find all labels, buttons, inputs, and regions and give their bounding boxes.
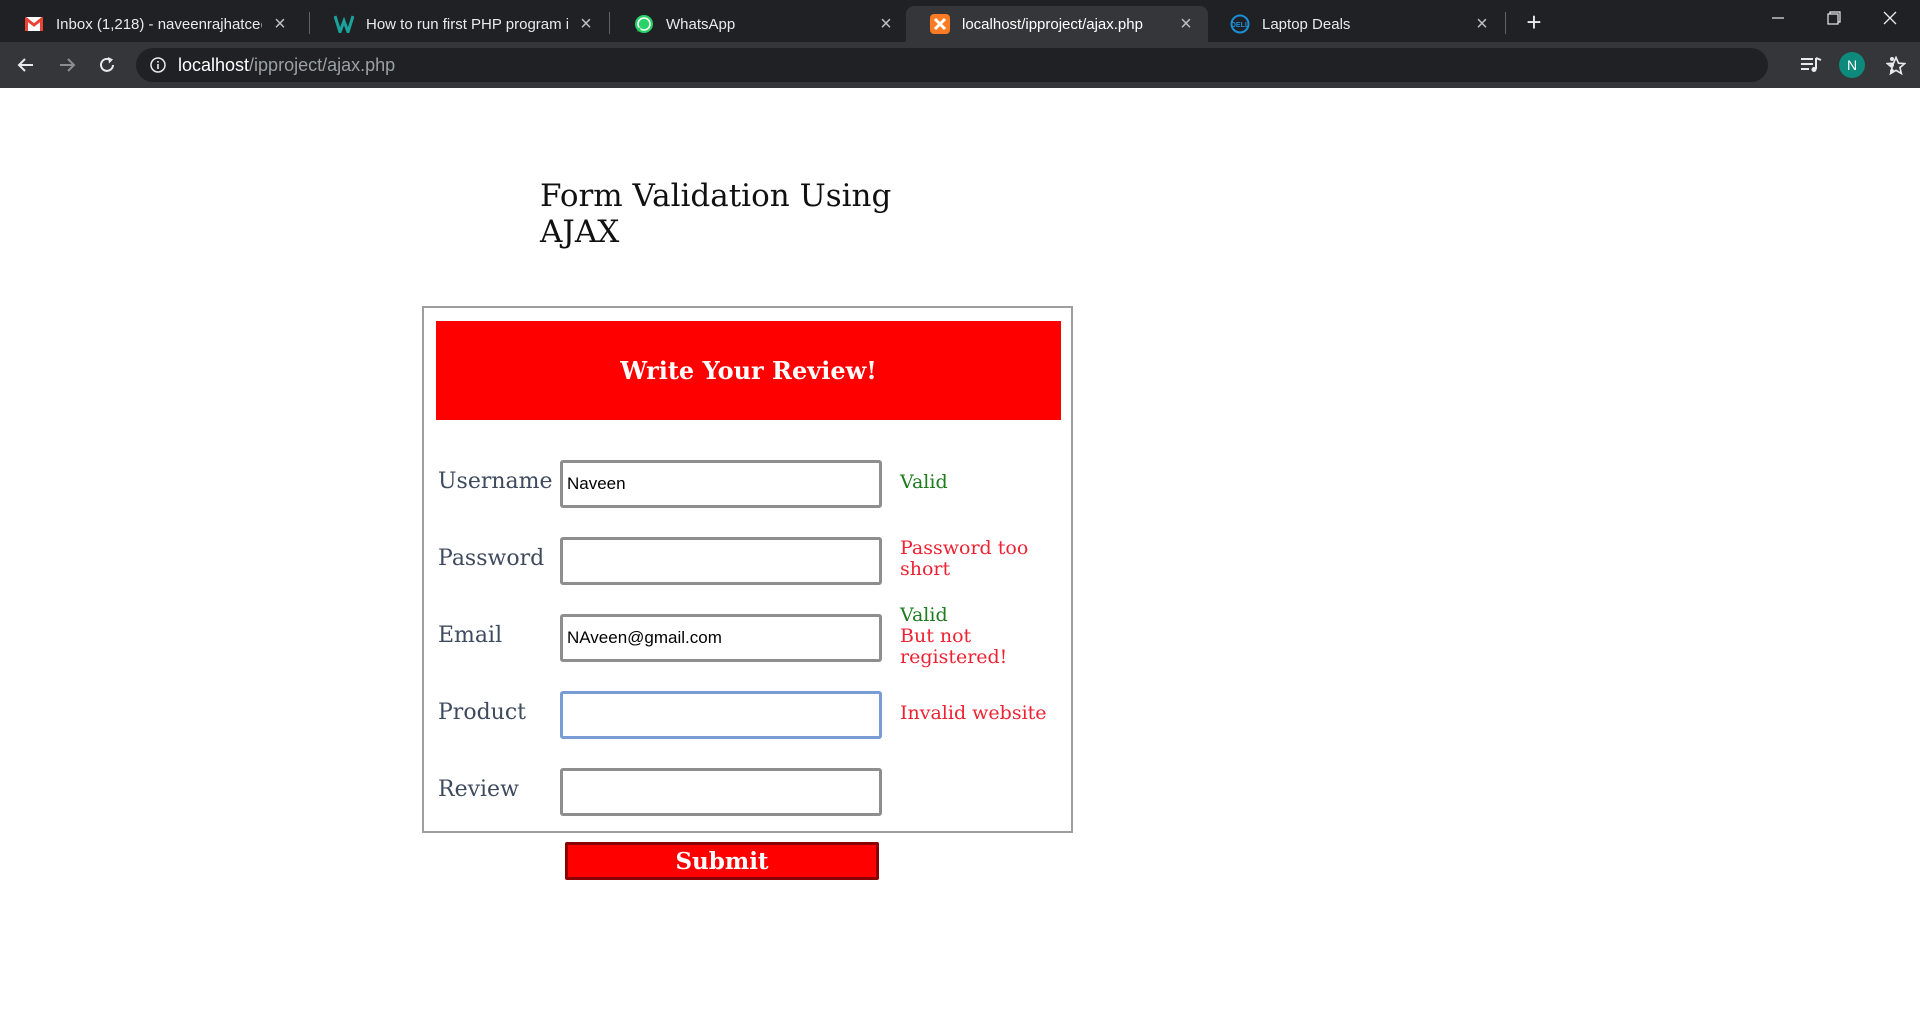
site-info-icon[interactable] bbox=[150, 57, 166, 73]
password-error-line-2: short bbox=[900, 558, 951, 580]
email-error-line-2: registered! bbox=[900, 646, 1008, 668]
minimize-window-icon[interactable] bbox=[1750, 0, 1806, 36]
back-arrow-icon[interactable] bbox=[10, 49, 42, 81]
tab-title: Inbox (1,218) - naveenrajhatce@g bbox=[56, 15, 262, 33]
tab-title: Laptop Deals bbox=[1262, 15, 1351, 33]
password-validation-message: Password too short bbox=[900, 538, 1060, 580]
tab-laptop-deals[interactable]: DELL Laptop Deals × bbox=[1206, 6, 1504, 42]
url-path: /ipproject/ajax.php bbox=[249, 55, 396, 75]
new-tab-button[interactable]: + bbox=[1520, 8, 1548, 36]
close-tab-icon[interactable]: × bbox=[1176, 13, 1196, 36]
email-input[interactable] bbox=[560, 614, 882, 662]
forward-arrow-icon[interactable] bbox=[51, 49, 83, 81]
browser-tab-strip: Inbox (1,218) - naveenrajhatce@g × How t… bbox=[0, 0, 1920, 42]
w-logo-icon bbox=[334, 14, 354, 34]
form-header: Write Your Review! bbox=[436, 321, 1061, 420]
product-input[interactable] bbox=[560, 691, 882, 739]
product-error-text: Invalid website bbox=[900, 702, 1047, 724]
address-url: localhost/ipproject/ajax.php bbox=[178, 48, 395, 82]
close-tab-icon[interactable]: × bbox=[876, 13, 896, 36]
close-tab-icon[interactable]: × bbox=[270, 13, 290, 36]
close-window-icon[interactable] bbox=[1862, 0, 1918, 36]
tab-whatsapp[interactable]: WhatsApp × bbox=[610, 6, 908, 42]
product-validation-message: Invalid website bbox=[900, 703, 1060, 724]
email-validation-message: Valid But not registered! bbox=[900, 605, 1060, 668]
password-error-line-1: Password too bbox=[900, 537, 1029, 559]
password-input[interactable] bbox=[560, 537, 882, 585]
review-form: Write Your Review! Username Valid Passwo… bbox=[422, 306, 1073, 833]
email-error-line-1: But not bbox=[900, 625, 972, 647]
username-validation-message: Valid bbox=[900, 472, 1060, 493]
review-input[interactable] bbox=[560, 768, 882, 816]
tab-gmail[interactable]: Inbox (1,218) - naveenrajhatce@g × bbox=[0, 6, 302, 42]
email-valid-text: Valid bbox=[900, 604, 948, 626]
media-control-icon[interactable] bbox=[1795, 49, 1827, 81]
profile-avatar[interactable]: N bbox=[1839, 52, 1865, 78]
username-input[interactable] bbox=[560, 460, 882, 508]
product-label: Product bbox=[438, 700, 526, 725]
tab-php-tutorial[interactable]: How to run first PHP program in × bbox=[310, 6, 608, 42]
tab-title: localhost/ipproject/ajax.php bbox=[962, 15, 1143, 33]
whatsapp-icon bbox=[634, 14, 654, 34]
close-tab-icon[interactable]: × bbox=[1472, 13, 1492, 36]
tab-title: How to run first PHP program in bbox=[366, 15, 568, 33]
svg-text:DELL: DELL bbox=[1231, 22, 1250, 29]
email-label: Email bbox=[438, 623, 503, 648]
tab-title: WhatsApp bbox=[666, 15, 736, 33]
browser-toolbar: localhost/ipproject/ajax.php N bbox=[0, 42, 1920, 88]
reload-icon[interactable] bbox=[91, 49, 123, 81]
page-title: Form Validation Using AJAX bbox=[540, 178, 892, 250]
close-tab-icon[interactable]: × bbox=[576, 13, 596, 36]
address-bar[interactable]: localhost/ipproject/ajax.php bbox=[136, 48, 1907, 82]
gmail-icon bbox=[24, 14, 44, 34]
tab-ajax-php[interactable]: localhost/ipproject/ajax.php × bbox=[906, 6, 1208, 42]
username-valid-text: Valid bbox=[900, 471, 948, 493]
xampp-icon bbox=[930, 14, 950, 34]
review-label: Review bbox=[438, 777, 519, 802]
url-host: localhost bbox=[178, 55, 250, 75]
submit-button[interactable]: Submit bbox=[565, 842, 879, 880]
username-label: Username bbox=[438, 469, 553, 494]
password-label: Password bbox=[438, 546, 545, 571]
dell-icon: DELL bbox=[1230, 14, 1250, 34]
tab-divider bbox=[1505, 12, 1506, 34]
more-menu-icon[interactable] bbox=[1876, 49, 1908, 81]
restore-window-icon[interactable] bbox=[1806, 0, 1862, 36]
